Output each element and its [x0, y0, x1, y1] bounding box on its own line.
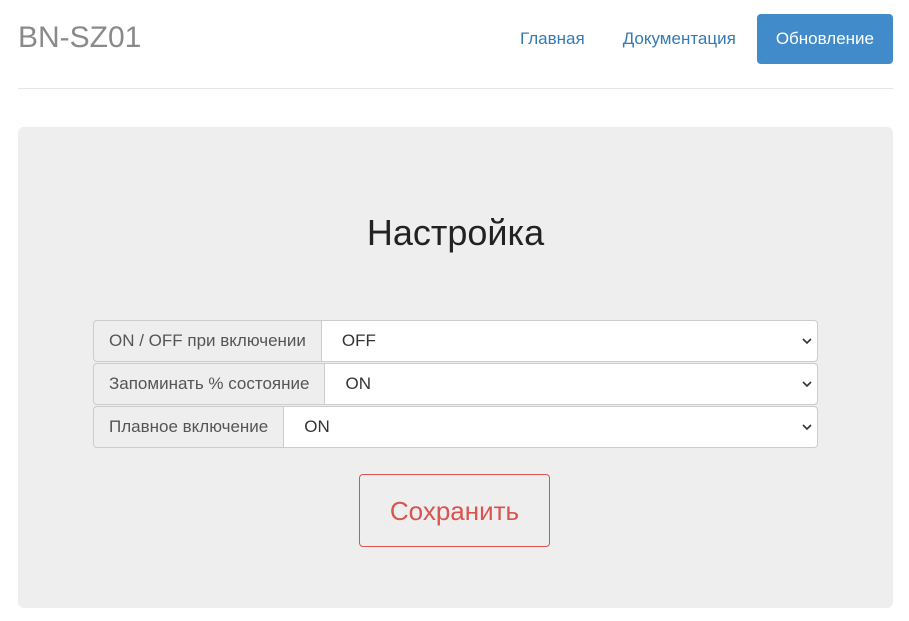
- setting-power-on-state: ON / OFF при включении OFF: [93, 320, 818, 362]
- select-value: ON: [345, 374, 371, 393]
- settings-panel: Настройка ON / OFF при включении OFF Зап…: [18, 127, 893, 608]
- remember-state-select[interactable]: ON: [324, 363, 818, 405]
- smooth-on-select[interactable]: ON: [283, 406, 818, 448]
- chevron-down-icon: [802, 424, 812, 431]
- select-value: OFF: [341, 331, 376, 350]
- chevron-down-icon: [802, 381, 812, 388]
- chevron-down-icon: [802, 338, 812, 345]
- brand-title: BN-SZ01: [18, 21, 142, 54]
- power-on-state-select[interactable]: OFF: [320, 320, 818, 362]
- top-nav: Главная Документация Обновление: [501, 14, 893, 64]
- setting-smooth-on: Плавное включение ON: [93, 406, 818, 448]
- nav-home-link[interactable]: Главная: [501, 14, 604, 64]
- setting-label: Плавное включение: [93, 406, 284, 448]
- setting-remember-state: Запоминать % состояние ON: [93, 363, 818, 405]
- select-value: ON: [304, 417, 330, 436]
- setting-label: ON / OFF при включении: [93, 320, 321, 362]
- nav-update-link[interactable]: Обновление: [756, 14, 893, 64]
- save-button[interactable]: Сохранить: [359, 474, 550, 547]
- page-title: Настройка: [366, 212, 545, 253]
- page-header: BN-SZ01 Главная Документация Обновление: [18, 0, 893, 89]
- nav-docs-link[interactable]: Документация: [604, 14, 755, 64]
- setting-label: Запоминать % состояние: [93, 363, 325, 405]
